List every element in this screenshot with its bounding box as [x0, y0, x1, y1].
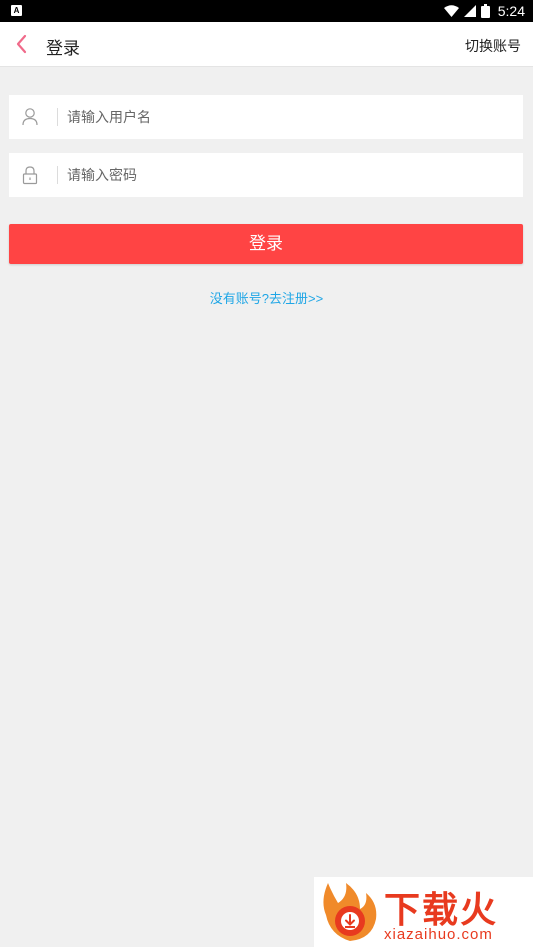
watermark-logo: 下载火 xiazaihuo.com — [314, 877, 533, 947]
password-field — [9, 153, 523, 197]
username-input[interactable] — [67, 95, 507, 139]
battery-icon — [480, 4, 490, 18]
watermark-url: xiazaihuo.com — [384, 926, 493, 943]
signal-icon — [463, 5, 476, 17]
login-button[interactable]: 登录 — [9, 224, 523, 264]
field-divider — [57, 166, 58, 184]
register-link[interactable]: 没有账号?去注册>> — [0, 288, 533, 307]
chevron-left-icon — [16, 34, 27, 54]
flame-download-icon — [323, 883, 377, 941]
back-button[interactable] — [8, 30, 36, 58]
status-bar: A 5:24 — [0, 0, 533, 22]
user-icon — [22, 108, 38, 126]
username-field — [9, 95, 523, 139]
switch-account-button[interactable]: 切换账号 — [465, 36, 521, 56]
field-divider — [57, 108, 58, 126]
wifi-icon — [443, 5, 459, 17]
status-time: 5:24 — [497, 3, 525, 19]
status-icons: 5:24 — [443, 0, 525, 22]
lock-icon — [22, 166, 38, 185]
app-header: 登录 切换账号 — [0, 22, 533, 67]
password-input[interactable] — [67, 153, 507, 197]
app-notification-icon: A — [11, 5, 22, 16]
page-title: 登录 — [46, 39, 80, 58]
